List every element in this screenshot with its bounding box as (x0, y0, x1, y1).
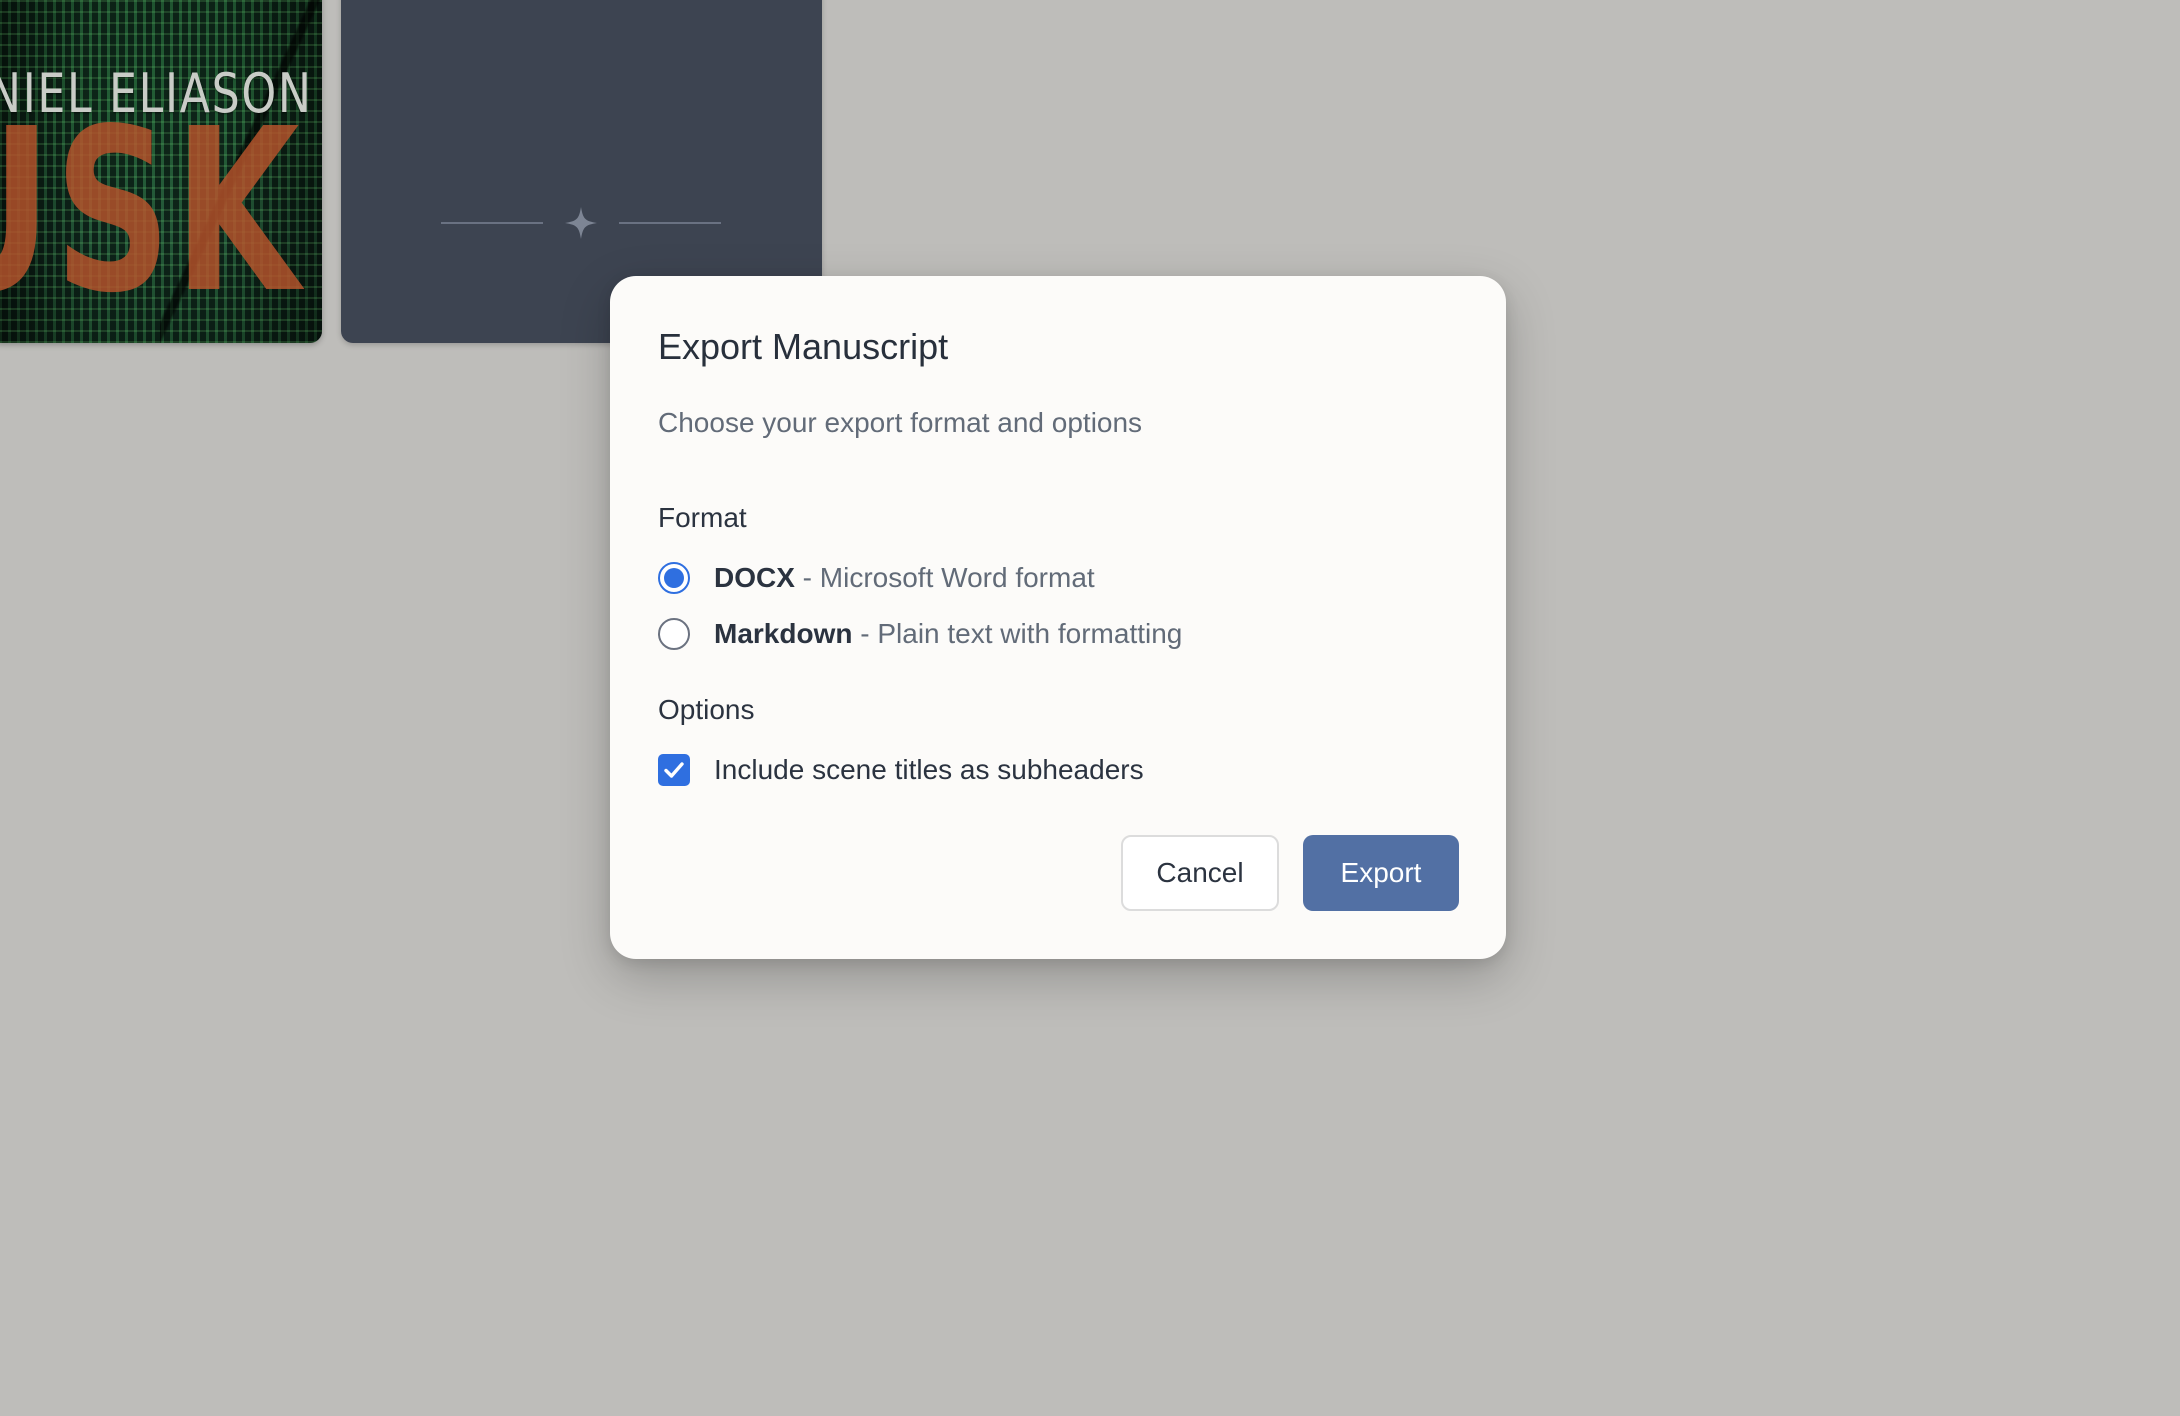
docx-option-label[interactable]: DOCX - Microsoft Word format (714, 562, 1095, 594)
markdown-radio-button[interactable] (658, 618, 690, 650)
export-manuscript-dialog: Export Manuscript Choose your export for… (610, 276, 1506, 959)
star-divider-icon (441, 207, 721, 239)
options-section-label: Options (658, 694, 755, 725)
markdown-option-description: Plain text with formatting (877, 618, 1183, 649)
docx-option-description: Microsoft Word format (819, 562, 1095, 593)
format-section-label: Format (658, 502, 747, 533)
docx-option-name: DOCX (714, 562, 795, 593)
format-option-docx[interactable]: DOCX - Microsoft Word format (658, 558, 1095, 598)
checkmark-icon (664, 762, 684, 778)
book-cover-thumbnail[interactable]: ANIEL ELIASON USK (0, 0, 322, 343)
markdown-option-label[interactable]: Markdown - Plain text with formatting (714, 618, 1182, 650)
cancel-button[interactable]: Cancel (1121, 835, 1279, 911)
radio-selected-dot (664, 568, 684, 588)
docx-option-separator: - (794, 562, 820, 593)
export-button[interactable]: Export (1303, 835, 1459, 911)
markdown-option-separator: - (852, 618, 878, 649)
option-include-scene-titles[interactable]: Include scene titles as subheaders (658, 750, 1144, 790)
markdown-option-name: Markdown (714, 618, 853, 649)
include-scene-titles-checkbox[interactable] (658, 754, 690, 786)
dialog-title: Export Manuscript (658, 326, 949, 367)
docx-radio-button[interactable] (658, 562, 690, 594)
include-scene-titles-label[interactable]: Include scene titles as subheaders (714, 754, 1144, 786)
format-option-markdown[interactable]: Markdown - Plain text with formatting (658, 614, 1182, 654)
book-cover-title: USK (0, 81, 303, 343)
dialog-subtitle: Choose your export format and options (658, 407, 1143, 438)
